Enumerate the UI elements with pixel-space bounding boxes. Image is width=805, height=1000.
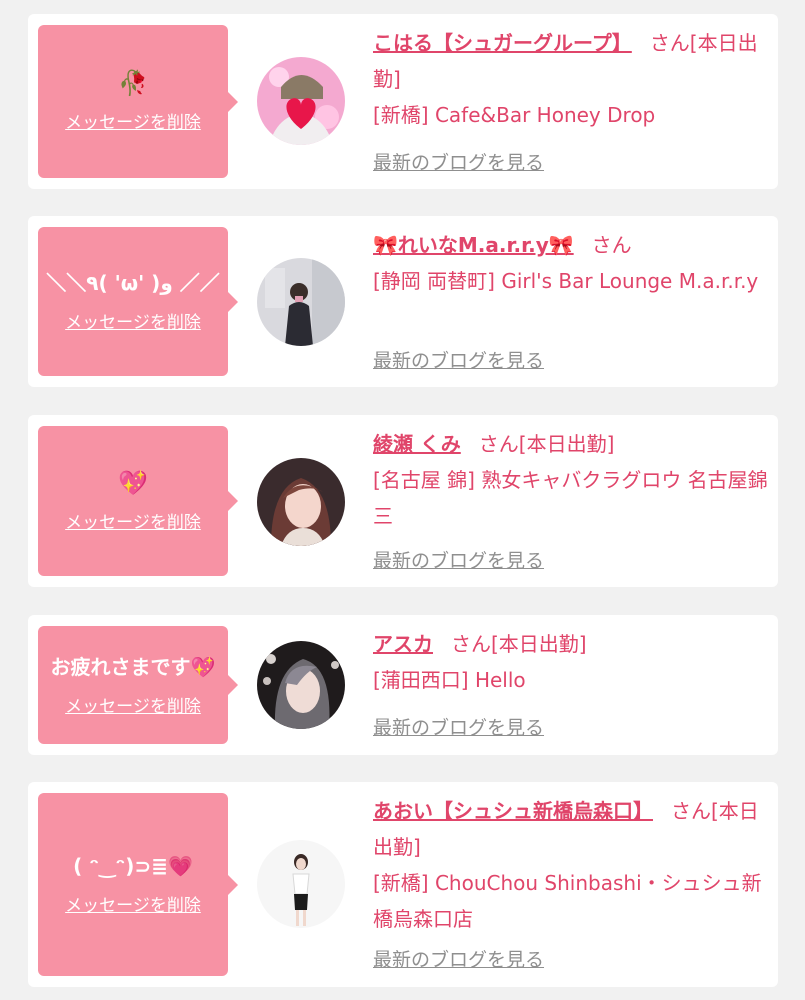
message-bubble: ( ᵔ‿ᵔ)⊃≣💗 メッセージを削除 [38,793,238,976]
cast-status: さん [591,233,632,257]
latest-blog-link[interactable]: 最新のブログを見る [373,945,544,972]
cast-info: あおい【シュシュ新橋烏森口】 さん[本日出勤] [新橋] ChouChou Shi… [373,793,768,937]
cast-name-link[interactable]: 綾瀬 くみ [373,432,461,456]
cast-info: アスカ さん[本日出勤] [蒲田西口] Hello [373,626,768,698]
avatar[interactable] [257,840,345,928]
shop-name: [新橋] Cafe&Bar Honey Drop [373,103,656,127]
list-item: 💖 メッセージを削除 綾瀬 くみ さん[本日出勤] [名古屋 錦] 熟女キャバクラ… [28,415,778,587]
shop-name: [蒲田西口] Hello [373,668,526,692]
list-item: ( ᵔ‿ᵔ)⊃≣💗 メッセージを削除 あおい【シュシュ新橋烏森口】 さん[本日出勤… [28,782,778,987]
message-bubble: 🥀 メッセージを削除 [38,25,238,178]
latest-blog-link[interactable]: 最新のブログを見る [373,546,544,573]
message-text: 🥀 [118,69,148,97]
delete-message-link[interactable]: メッセージを削除 [65,508,201,533]
cast-status: さん[本日出勤] [478,432,615,456]
cast-info: 🎀れいなM.a.r.r.y🎀 さん [静岡 両替町] Girl's Bar Lou… [373,227,768,299]
delete-message-link[interactable]: メッセージを削除 [65,692,201,717]
cast-name-link[interactable]: アスカ [373,632,433,656]
message-text: お疲れさまです💖 [50,654,216,679]
list-item: 🥀 メッセージを削除 こはる【シュガーグループ】 さん[本日出勤] [新橋] Ca… [28,14,778,189]
latest-blog-link[interactable]: 最新のブログを見る [373,713,544,740]
message-text: ＼＼٩( 'ω' )و ／／ [46,271,220,295]
cast-info: こはる【シュガーグループ】 さん[本日出勤] [新橋] Cafe&Bar Hone… [373,25,768,133]
avatar[interactable] [257,458,345,546]
list-item: ＼＼٩( 'ω' )و ／／ メッセージを削除 🎀れいなM.a.r.r.y🎀 さん… [28,216,778,387]
avatar[interactable] [257,641,345,729]
message-bubble: お疲れさまです💖 メッセージを削除 [38,626,238,744]
delete-message-link[interactable]: メッセージを削除 [65,108,201,133]
message-text: 💖 [118,468,148,497]
message-text: ( ᵔ‿ᵔ)⊃≣💗 [73,854,193,878]
cast-name-link[interactable]: 🎀れいなM.a.r.r.y🎀 [373,233,574,257]
shop-name: [名古屋 錦] 熟女キャバクラグロウ 名古屋錦三 [373,468,768,528]
message-bubble: 💖 メッセージを削除 [38,426,238,576]
shop-name: [新橋] ChouChou Shinbashi・シュシュ新橋烏森口店 [373,871,762,931]
avatar[interactable] [257,258,345,346]
message-bubble: ＼＼٩( 'ω' )و ／／ メッセージを削除 [38,227,238,376]
cast-name-link[interactable]: あおい【シュシュ新橋烏森口】 [373,799,653,823]
cast-name-link[interactable]: こはる【シュガーグループ】 [373,31,632,55]
avatar[interactable] [257,57,345,145]
message-list: 🥀 メッセージを削除 こはる【シュガーグループ】 さん[本日出勤] [新橋] Ca… [0,0,805,1000]
delete-message-link[interactable]: メッセージを削除 [65,891,201,916]
latest-blog-link[interactable]: 最新のブログを見る [373,346,544,373]
latest-blog-link[interactable]: 最新のブログを見る [373,148,544,175]
delete-message-link[interactable]: メッセージを削除 [65,308,201,333]
cast-info: 綾瀬 くみ さん[本日出勤] [名古屋 錦] 熟女キャバクラグロウ 名古屋錦三 [373,426,768,534]
shop-name: [静岡 両替町] Girl's Bar Lounge M.a.r.r.y [373,269,759,293]
list-item: お疲れさまです💖 メッセージを削除 アスカ さん[本日出勤] [蒲田西口] Hel… [28,615,778,755]
cast-status: さん[本日出勤] [451,632,587,656]
